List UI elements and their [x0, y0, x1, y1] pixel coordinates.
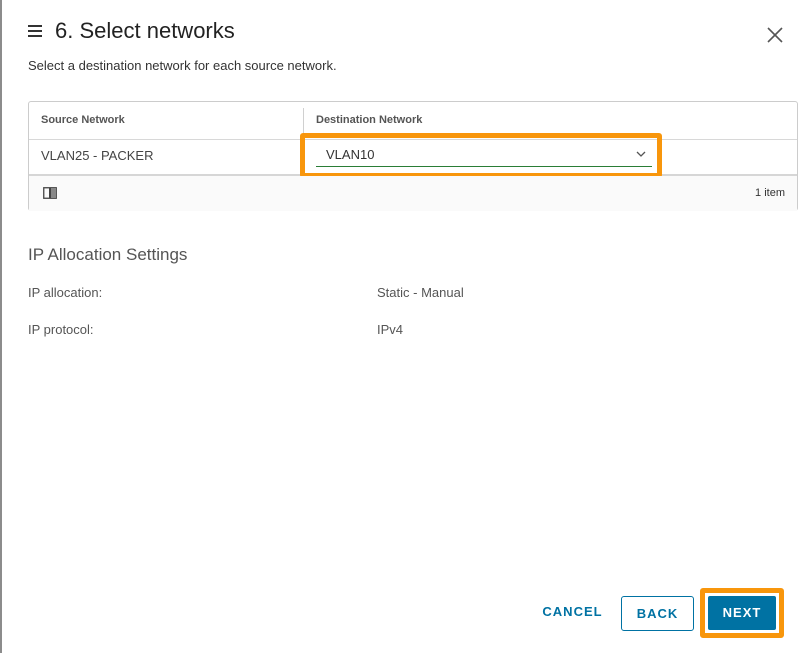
ip-allocation-label: IP allocation:	[28, 285, 103, 300]
destination-network-select[interactable]: VLAN10	[316, 143, 652, 167]
ip-allocation-section-title: IP Allocation Settings	[28, 245, 188, 264]
source-network-cell: VLAN25 - PACKER	[41, 148, 154, 163]
column-toggle-icon[interactable]	[43, 187, 57, 199]
ip-protocol-label: IP protocol:	[28, 322, 94, 337]
cancel-button[interactable]: CANCEL	[534, 604, 611, 624]
table-row: VLAN25 - PACKER VLAN10	[29, 133, 797, 178]
chevron-down-icon	[636, 151, 646, 157]
column-header-destination[interactable]: Destination Network	[316, 114, 422, 126]
destination-network-value: VLAN10	[326, 147, 375, 162]
column-header-source[interactable]: Source Network	[41, 114, 125, 126]
hamburger-menu-icon[interactable]	[28, 25, 42, 37]
network-mapping-grid: Source Network Destination Network VLAN2…	[28, 101, 798, 211]
window-left-border	[0, 0, 2, 653]
next-button[interactable]: NEXT	[708, 596, 776, 630]
grid-footer: 1 item	[29, 176, 797, 211]
back-button[interactable]: BACK	[621, 596, 694, 631]
page-subtitle: Select a destination network for each so…	[28, 58, 337, 73]
ip-allocation-value: Static - Manual	[377, 285, 464, 300]
next-highlight-frame: NEXT	[700, 588, 784, 638]
item-count: 1 item	[755, 187, 785, 199]
column-separator[interactable]	[303, 108, 304, 134]
dialog-header: 6. Select networks	[28, 18, 235, 44]
ip-protocol-value: IPv4	[377, 322, 404, 337]
destination-highlight-frame: VLAN10	[300, 133, 662, 178]
page-title: 6. Select networks	[55, 18, 235, 43]
close-icon[interactable]	[766, 26, 784, 44]
